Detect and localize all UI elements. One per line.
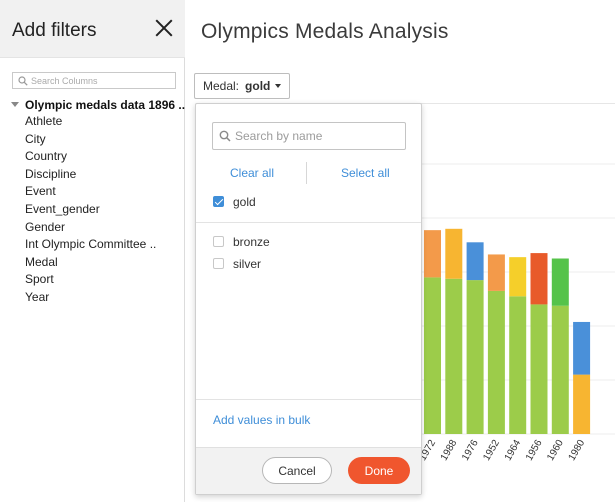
column-item[interactable]: Athlete: [25, 113, 156, 131]
cancel-button[interactable]: Cancel: [262, 457, 332, 484]
column-search-input[interactable]: [31, 74, 171, 87]
column-list: Athlete City Country Discipline Event Ev…: [25, 113, 156, 307]
column-item[interactable]: Country: [25, 148, 156, 166]
select-all-link[interactable]: Select all: [341, 166, 390, 180]
search-icon: [18, 76, 28, 86]
clear-all-link[interactable]: Clear all: [230, 166, 274, 180]
option-label: silver: [233, 257, 262, 271]
x-tick-label: 1988: [439, 438, 460, 463]
divider: [306, 162, 307, 184]
x-tick-label: 1960: [545, 438, 566, 463]
column-item[interactable]: City: [25, 131, 156, 149]
checkbox-checked[interactable]: [213, 196, 224, 207]
bar-segment[interactable]: [530, 304, 548, 434]
checkbox-unchecked[interactable]: [213, 236, 224, 247]
bar-segment[interactable]: [487, 254, 505, 291]
x-tick-label: 1976: [460, 438, 481, 463]
x-tick-label: 1956: [524, 438, 545, 463]
bar-segment[interactable]: [551, 305, 569, 434]
column-search-field[interactable]: [12, 72, 176, 89]
chevron-down-icon: [275, 84, 282, 88]
bar-segment[interactable]: [487, 290, 505, 434]
column-item[interactable]: Event: [25, 183, 156, 201]
checkbox-unchecked[interactable]: [213, 258, 224, 269]
bar-segment[interactable]: [573, 321, 591, 375]
bar-segment[interactable]: [466, 242, 484, 281]
bar-segment[interactable]: [551, 258, 569, 306]
close-icon[interactable]: [154, 18, 174, 38]
filter-value: gold: [245, 79, 271, 93]
caret-down-icon[interactable]: [11, 102, 19, 107]
medal-filter-button[interactable]: Medal: gold: [194, 73, 291, 99]
x-tick-label: 1952: [481, 438, 502, 463]
column-item[interactable]: Discipline: [25, 166, 156, 184]
bar-segment[interactable]: [445, 228, 463, 279]
sidebar-title: Add filters: [12, 20, 97, 41]
sidebar-header: Add filters: [0, 0, 185, 58]
option-label: gold: [233, 195, 256, 209]
filters-sidebar: Add filters Olympic medals data 1896 .. …: [0, 0, 185, 502]
bar-segment[interactable]: [424, 230, 441, 278]
column-item[interactable]: Int Olympic Committee ..: [25, 236, 156, 254]
bar-segment[interactable]: [509, 257, 527, 297]
filter-label: Medal:: [203, 79, 240, 93]
option-label: bronze: [233, 235, 270, 249]
page-title: Olympics Medals Analysis: [201, 20, 449, 43]
dataset-root-label: Olympic medals data 1896 ..: [25, 98, 186, 112]
value-search-input[interactable]: [235, 128, 400, 144]
dropdown-footer: Cancel Done: [196, 447, 421, 494]
value-search-field[interactable]: [212, 122, 406, 150]
medal-filter-dropdown: Clear all Select all gold bronze silver …: [195, 103, 422, 495]
column-item[interactable]: Gender: [25, 219, 156, 237]
bar-segment[interactable]: [445, 278, 463, 434]
x-tick-label: 1980: [567, 438, 588, 463]
dataset-root[interactable]: Olympic medals data 1896 ..: [11, 98, 185, 112]
done-button[interactable]: Done: [348, 457, 410, 484]
column-item[interactable]: Sport: [25, 271, 156, 289]
divider: [196, 222, 421, 223]
column-item[interactable]: Medal: [25, 254, 156, 272]
divider: [196, 399, 421, 400]
column-item[interactable]: Event_gender: [25, 201, 156, 219]
bar-segment[interactable]: [466, 280, 484, 434]
search-icon: [219, 130, 231, 142]
x-tick-label: 1964: [503, 438, 524, 463]
column-item[interactable]: Year: [25, 289, 156, 307]
bar-segment[interactable]: [509, 296, 527, 434]
bar-segment[interactable]: [530, 253, 548, 305]
bar-segment[interactable]: [573, 374, 591, 434]
add-values-in-bulk-link[interactable]: Add values in bulk: [213, 413, 310, 427]
bar-segment[interactable]: [424, 277, 441, 434]
